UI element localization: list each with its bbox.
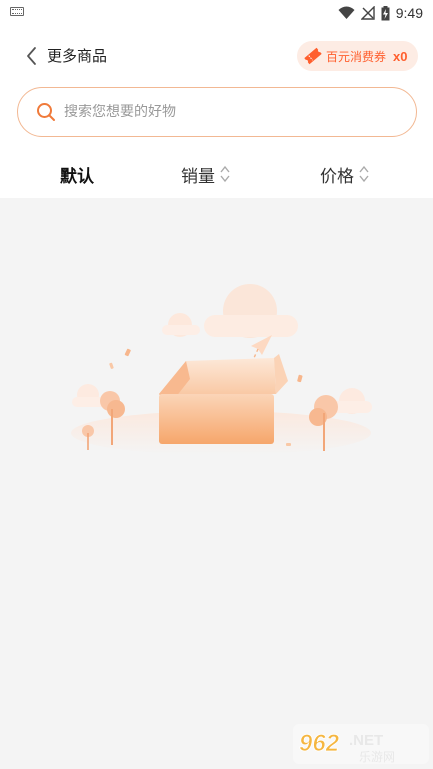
search-bar[interactable] [17,87,417,137]
watermark-logo: 962 .NET 乐游网 [293,724,429,764]
sort-tab-default[interactable]: 默认 [60,162,94,187]
wifi-icon [338,6,355,19]
svg-text:乐游网: 乐游网 [359,750,395,764]
sort-tab-label: 销量 [181,166,215,187]
empty-box-illustration [71,284,372,455]
coupon-label: 百元消费券 [326,49,387,64]
coupon-button[interactable]: 百元消费券 x0 [297,41,418,71]
status-time: 9:49 [395,5,423,21]
no-signal-icon [360,6,375,20]
header: 更多商品 百元消费券 x0 默认 销量 价格 [0,26,433,198]
sort-arrows-icon [220,165,230,183]
sort-tab-sales[interactable]: 销量 [181,162,231,187]
svg-text:962: 962 [299,730,340,757]
sort-bar: 默认 销量 价格 [0,156,433,194]
sort-tab-label: 价格 [320,166,354,187]
sort-arrows-icon [359,165,369,183]
svg-text:.NET: .NET [349,732,383,749]
product-list-empty: 962 .NET 乐游网 [0,198,433,769]
sort-tab-label: 默认 [60,166,94,187]
ticket-icon [304,47,322,65]
status-bar: 9:49 [0,0,433,26]
battery-charging-icon [381,5,390,20]
search-input[interactable] [64,104,384,120]
chevron-left-icon [27,47,36,65]
page-title: 更多商品 [47,47,108,65]
back-button[interactable] [20,44,44,68]
sort-tab-price[interactable]: 价格 [320,162,370,187]
status-icons: 9:49 [338,4,423,22]
search-icon [37,103,55,121]
coupon-count: x0 [393,48,408,64]
keyboard-icon [10,7,24,16]
